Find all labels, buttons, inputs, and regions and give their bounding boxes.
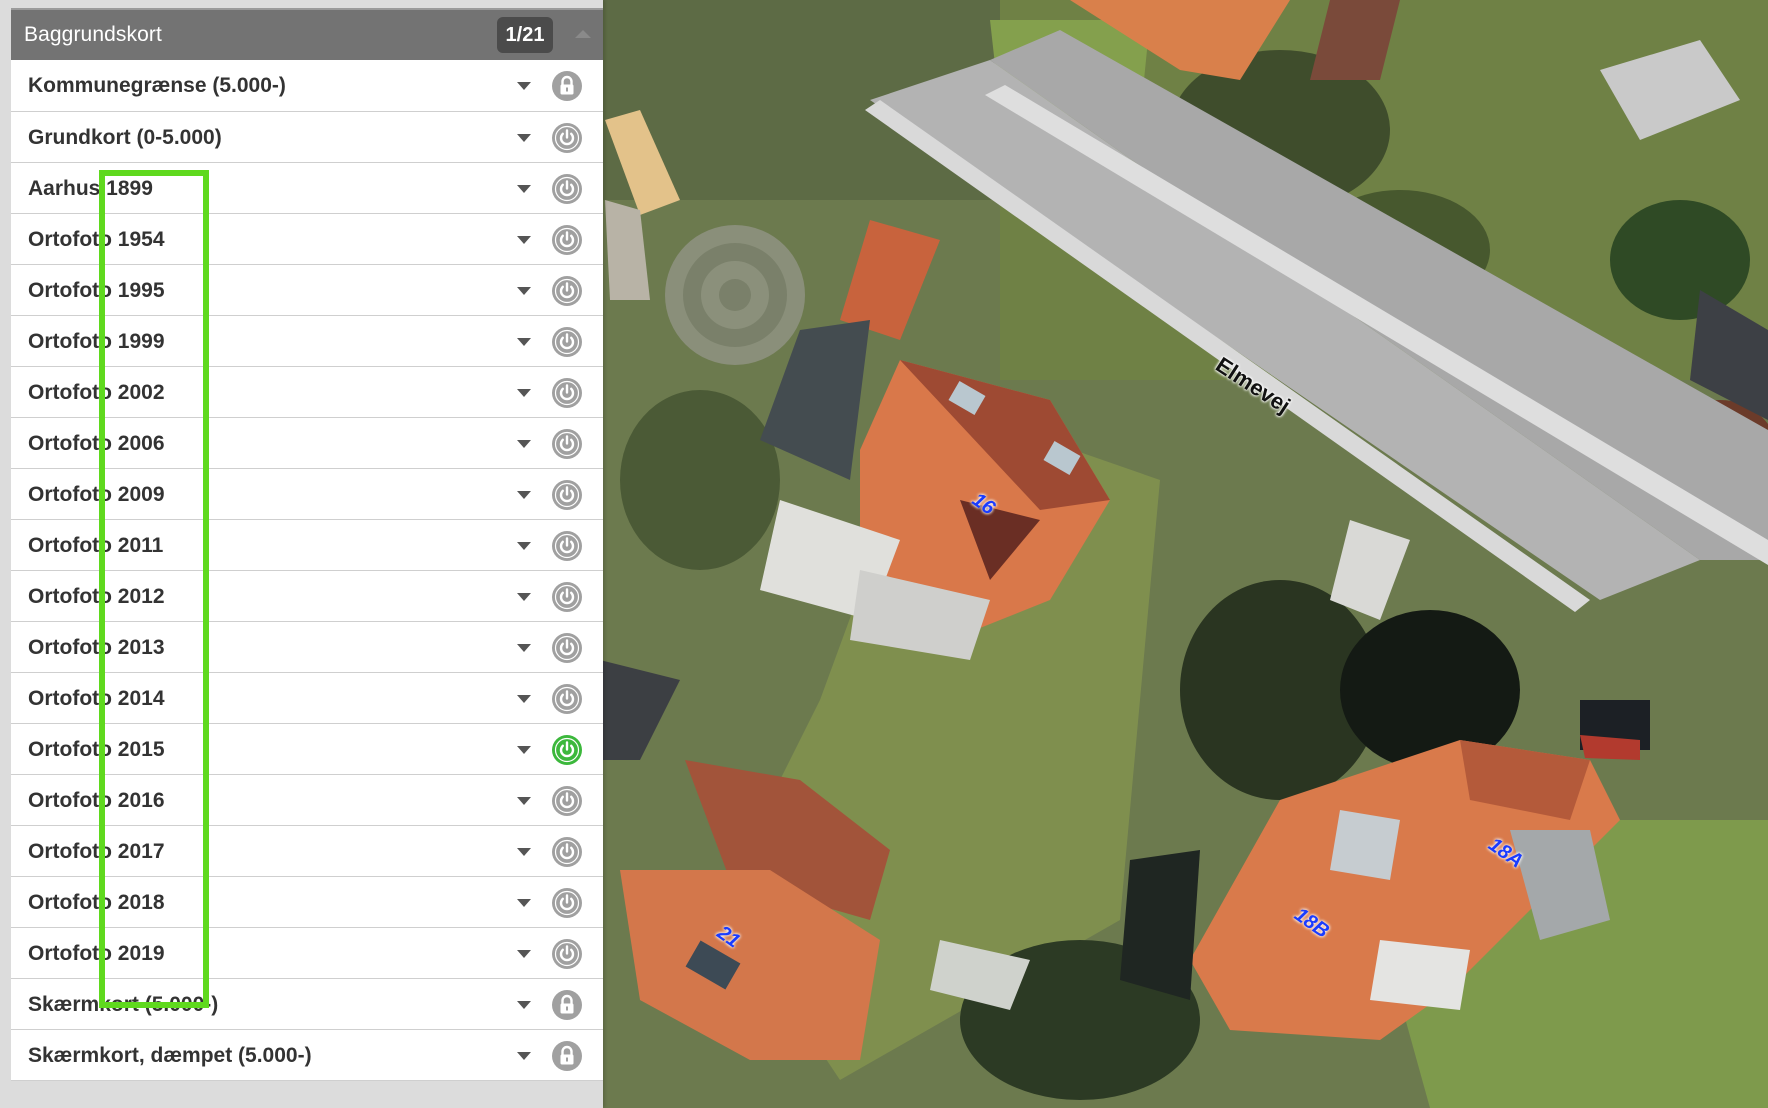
power-icon-active[interactable]	[551, 734, 583, 766]
layer-label: Ortofoto 1995	[28, 279, 165, 302]
power-icon[interactable]	[551, 479, 583, 511]
layer-label: Skærmkort, dæmpet (5.000-)	[28, 1044, 312, 1067]
power-icon[interactable]	[551, 632, 583, 664]
layer-row[interactable]: Ortofoto 2019	[11, 928, 603, 979]
caret-down-icon[interactable]	[517, 491, 531, 499]
lock-icon[interactable]	[551, 1040, 583, 1072]
caret-down-icon[interactable]	[517, 797, 531, 805]
layer-label: Ortofoto 2006	[28, 432, 165, 455]
caret-down-icon[interactable]	[517, 440, 531, 448]
power-icon[interactable]	[551, 275, 583, 307]
lock-icon[interactable]	[551, 989, 583, 1021]
layer-label: Skærmkort (5.000-)	[28, 993, 219, 1016]
power-icon[interactable]	[551, 887, 583, 919]
caret-down-icon[interactable]	[517, 1001, 531, 1009]
power-icon[interactable]	[551, 326, 583, 358]
layer-row[interactable]: Skærmkort (5.000-)	[11, 979, 603, 1030]
layer-row[interactable]: Grundkort (0-5.000)	[11, 112, 603, 163]
caret-down-icon[interactable]	[517, 134, 531, 142]
layer-row[interactable]: Ortofoto 2017	[11, 826, 603, 877]
layer-label: Kommunegrænse (5.000-)	[28, 74, 286, 97]
power-icon[interactable]	[551, 173, 583, 205]
caret-down-icon[interactable]	[517, 82, 531, 90]
layer-label: Ortofoto 1999	[28, 330, 165, 353]
layer-label: Aarhus 1899	[28, 177, 153, 200]
layer-label: Ortofoto 2017	[28, 840, 165, 863]
layer-label: Grundkort (0-5.000)	[28, 126, 222, 149]
caret-down-icon[interactable]	[517, 236, 531, 244]
power-icon[interactable]	[551, 683, 583, 715]
caret-up-icon[interactable]	[575, 30, 591, 38]
page-counter-badge: 1/21	[497, 17, 553, 53]
caret-down-icon[interactable]	[517, 593, 531, 601]
power-icon[interactable]	[551, 122, 583, 154]
power-icon[interactable]	[551, 581, 583, 613]
caret-down-icon[interactable]	[517, 746, 531, 754]
power-icon[interactable]	[551, 836, 583, 868]
caret-down-icon[interactable]	[517, 644, 531, 652]
power-icon[interactable]	[551, 224, 583, 256]
layer-row[interactable]: Ortofoto 2009	[11, 469, 603, 520]
caret-down-icon[interactable]	[517, 950, 531, 958]
caret-down-icon[interactable]	[517, 185, 531, 193]
caret-down-icon[interactable]	[517, 899, 531, 907]
layer-row[interactable]: Ortofoto 2018	[11, 877, 603, 928]
layer-label: Ortofoto 2012	[28, 585, 165, 608]
power-icon[interactable]	[551, 938, 583, 970]
power-icon[interactable]	[551, 530, 583, 562]
layer-row[interactable]: Skærmkort, dæmpet (5.000-)	[11, 1030, 603, 1081]
layer-label: Ortofoto 2015	[28, 738, 165, 761]
caret-down-icon[interactable]	[517, 848, 531, 856]
power-icon[interactable]	[551, 428, 583, 460]
layer-label: Ortofoto 2013	[28, 636, 165, 659]
panel-title: Baggrundskort	[24, 23, 162, 46]
layer-row[interactable]: Ortofoto 1954	[11, 214, 603, 265]
power-icon[interactable]	[551, 377, 583, 409]
layer-row[interactable]: Ortofoto 2014	[11, 673, 603, 724]
caret-down-icon[interactable]	[517, 338, 531, 346]
panel-header[interactable]: Baggrundskort 1/21	[11, 8, 603, 60]
layer-row[interactable]: Ortofoto 1995	[11, 265, 603, 316]
layer-list: Kommunegrænse (5.000-) Grundkort (0-5.000…	[11, 60, 603, 1081]
layer-row[interactable]: Ortofoto 2013	[11, 622, 603, 673]
layer-label: Ortofoto 2018	[28, 891, 165, 914]
caret-down-icon[interactable]	[517, 287, 531, 295]
layer-row[interactable]: Ortofoto 2011	[11, 520, 603, 571]
layer-row[interactable]: Kommunegrænse (5.000-)	[11, 60, 603, 112]
layer-label: Ortofoto 2019	[28, 942, 165, 965]
layer-row[interactable]: Ortofoto 1999	[11, 316, 603, 367]
background-map-panel: Baggrundskort 1/21 Kommunegrænse (5.000-…	[0, 0, 603, 1108]
layer-label: Ortofoto 2009	[28, 483, 165, 506]
layer-row[interactable]: Ortofoto 2002	[11, 367, 603, 418]
caret-down-icon[interactable]	[517, 695, 531, 703]
layer-label: Ortofoto 2016	[28, 789, 165, 812]
lock-icon[interactable]	[551, 70, 583, 102]
layer-label: Ortofoto 1954	[28, 228, 165, 251]
caret-down-icon[interactable]	[517, 542, 531, 550]
layer-label: Ortofoto 2011	[28, 534, 164, 557]
layer-label: Ortofoto 2002	[28, 381, 165, 404]
layer-row[interactable]: Aarhus 1899	[11, 163, 603, 214]
layer-row[interactable]: Ortofoto 2015	[11, 724, 603, 775]
layer-row[interactable]: Ortofoto 2006	[11, 418, 603, 469]
layer-row[interactable]: Ortofoto 2016	[11, 775, 603, 826]
caret-down-icon[interactable]	[517, 389, 531, 397]
caret-down-icon[interactable]	[517, 1052, 531, 1060]
layer-row[interactable]: Ortofoto 2012	[11, 571, 603, 622]
layer-label: Ortofoto 2014	[28, 687, 165, 710]
power-icon[interactable]	[551, 785, 583, 817]
